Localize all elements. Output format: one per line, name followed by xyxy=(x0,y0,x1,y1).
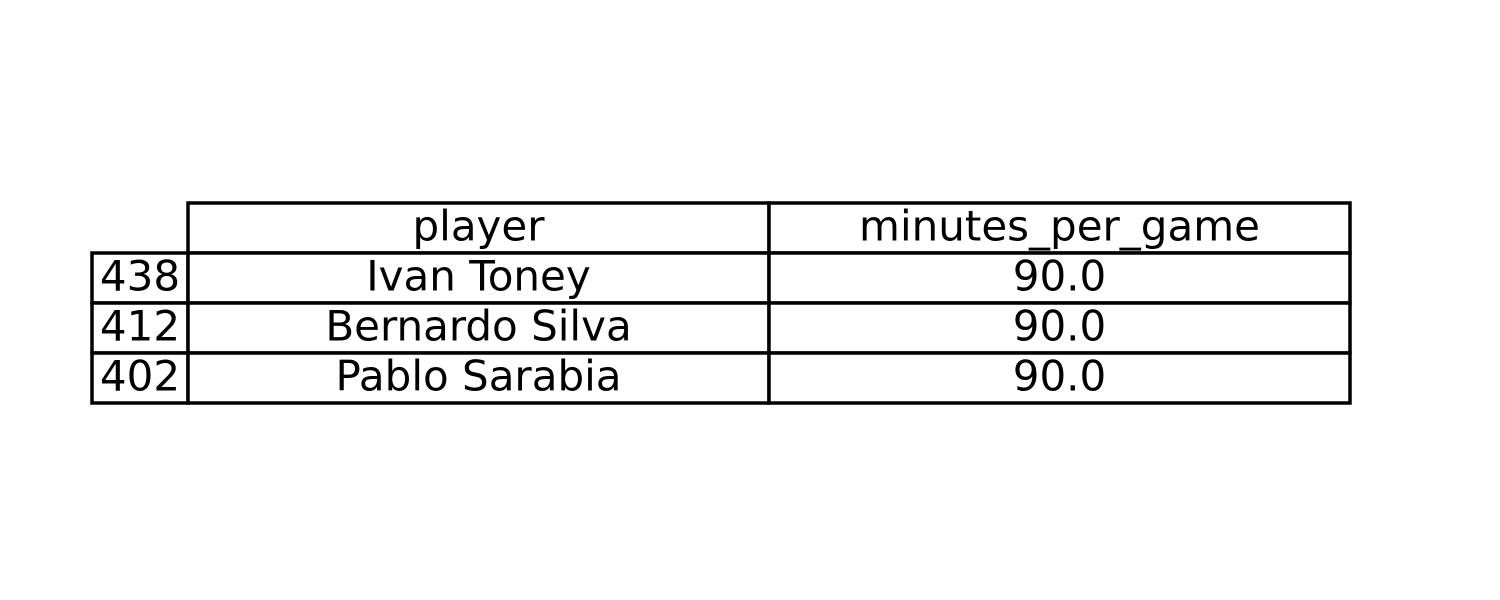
row-index-label: 438 xyxy=(100,252,180,301)
cell-value-player: Ivan Toney xyxy=(366,252,590,301)
column-header-minutes_per_game: minutes_per_game xyxy=(859,202,1260,251)
cell-value-minutes_per_game: 90.0 xyxy=(1013,252,1107,301)
data-table: player minutes_per_game 438 Ivan Toney 90.0 4… xyxy=(90,201,1352,405)
row-index-label: 402 xyxy=(100,352,180,401)
column-header-player: player xyxy=(412,202,545,251)
cell-value-minutes_per_game: 90.0 xyxy=(1013,302,1107,351)
cell-value-player: Pablo Sarabia xyxy=(335,352,621,401)
row-index-label: 412 xyxy=(100,302,180,351)
cell-value-minutes_per_game: 90.0 xyxy=(1013,352,1107,401)
cell-value-player: Bernardo Silva xyxy=(325,302,631,351)
